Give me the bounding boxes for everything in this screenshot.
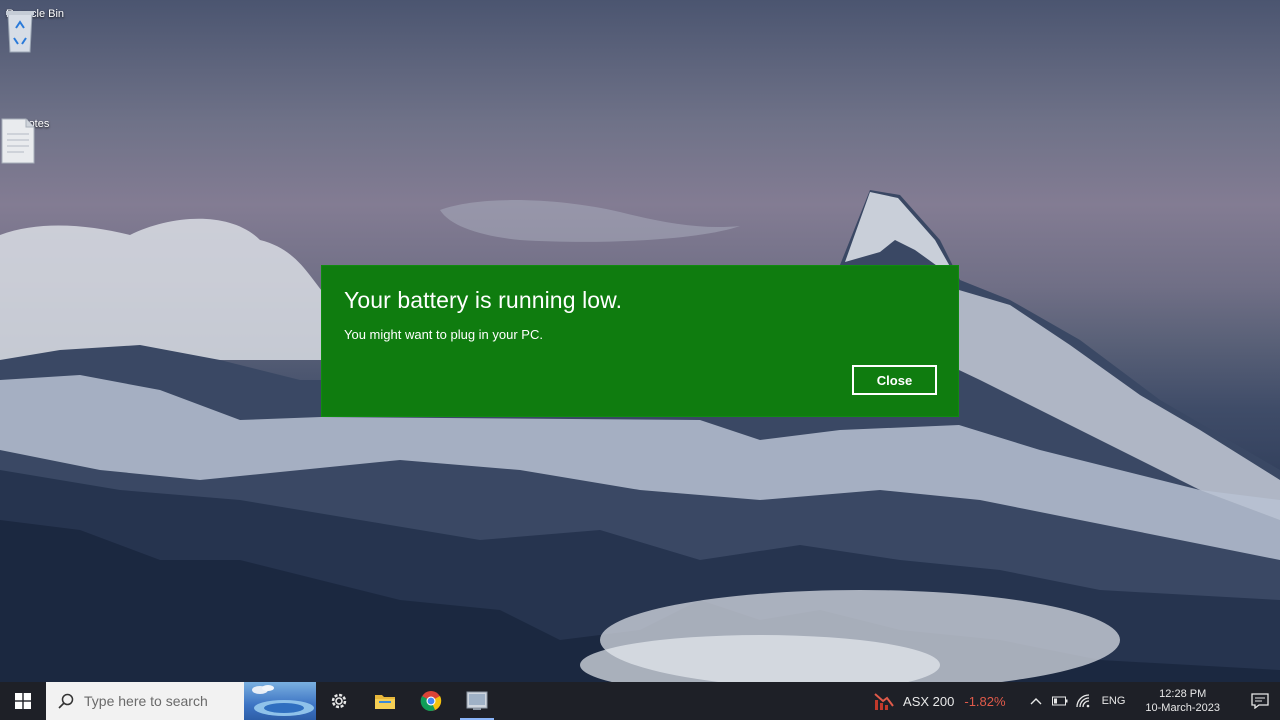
show-hidden-icons-button[interactable] — [1024, 682, 1048, 720]
search-placeholder: Type here to search — [84, 693, 208, 709]
close-button[interactable]: Close — [852, 365, 937, 395]
taskbar-app-chrome[interactable] — [408, 682, 454, 720]
wifi-icon — [1075, 694, 1089, 708]
windows-logo-icon — [15, 693, 31, 709]
taskbar: Type here to search ASX 200 -1.82% ENG 1… — [0, 682, 1280, 720]
battery-low-dialog: Your battery is running low. You might w… — [321, 265, 959, 417]
ticker-name: ASX 200 — [903, 693, 955, 709]
input-language-indicator[interactable]: ENG — [1102, 695, 1126, 707]
search-icon — [58, 693, 74, 709]
network-tray-button[interactable] — [1072, 682, 1096, 720]
dialog-message: You might want to plug in your PC. — [344, 327, 543, 342]
desktop-icon-notes[interactable]: Notes — [0, 118, 70, 164]
taskbar-app-settings[interactable] — [316, 682, 362, 720]
taskbar-app-file-explorer[interactable] — [362, 682, 408, 720]
chrome-icon — [420, 691, 442, 711]
taskbar-search-box[interactable]: Type here to search — [46, 682, 316, 720]
battery-tray-button[interactable] — [1048, 682, 1072, 720]
clock-time: 12:28 PM — [1159, 688, 1207, 700]
stock-ticker-widget[interactable]: ASX 200 -1.82% — [873, 690, 1006, 712]
recycle-bin-icon — [6, 11, 34, 53]
stock-down-icon — [874, 693, 894, 710]
gear-icon — [331, 693, 347, 709]
ticker-change: -1.82% — [964, 693, 1006, 709]
clock-button[interactable]: 12:28 PM 10-March-2023 — [1145, 687, 1220, 715]
start-button[interactable] — [0, 682, 46, 720]
dialog-title: Your battery is running low. — [344, 287, 623, 313]
system-tray: ASX 200 -1.82% ENG 12:28 PM 10-March-202… — [873, 682, 1280, 720]
clock-date: 10-March-2023 — [1145, 702, 1220, 714]
search-highlight-image — [244, 682, 316, 720]
notifications-icon — [1251, 693, 1269, 709]
battery-icon — [1051, 696, 1068, 706]
action-center-button[interactable] — [1240, 682, 1280, 720]
folder-icon — [375, 695, 395, 709]
chevron-up-icon — [1030, 698, 1042, 705]
window-app-icon — [466, 691, 488, 710]
text-document-icon — [1, 118, 35, 164]
taskbar-app-window[interactable] — [454, 682, 500, 720]
desktop-icon-recycle-bin[interactable]: Recycle Bin — [0, 8, 70, 53]
